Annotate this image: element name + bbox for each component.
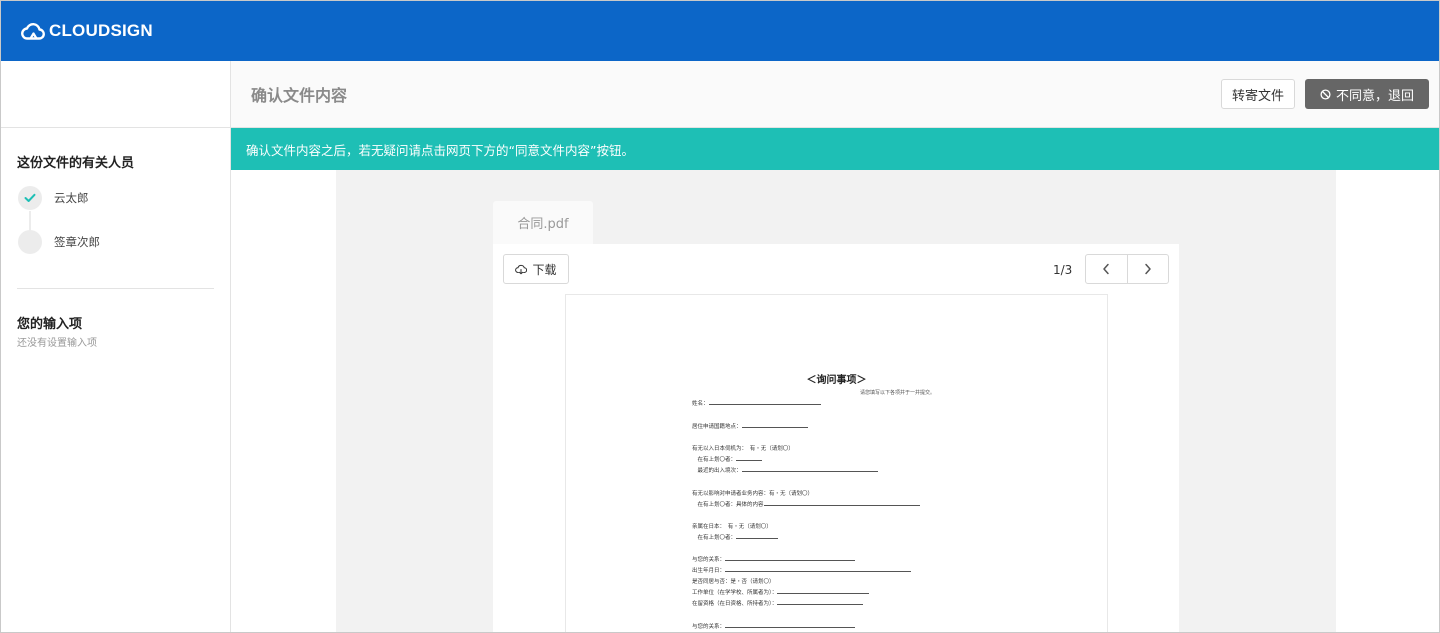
document-panel: 合同.pdf 下载 1/3 ＜询问事项＞ 请您填写以下各项并于一并提交。 姓名：… <box>336 170 1336 632</box>
document-line: 姓名： <box>692 399 821 407</box>
sidebar-divider <box>17 288 214 289</box>
page-title: 确认文件内容 <box>251 86 348 105</box>
page-indicator: 1/3 <box>1053 263 1073 277</box>
person-step: 签章次郎 <box>18 230 100 254</box>
download-label: 下载 <box>532 262 557 277</box>
document-line: 有无以影响对申请者业务内容：有・无（请划〇） <box>692 491 814 497</box>
next-page-button[interactable] <box>1126 255 1169 283</box>
document-line: 最近的出入境次： <box>692 466 878 474</box>
step-connector <box>29 211 31 231</box>
people-section-title: 这份文件的有关人员 <box>17 156 135 171</box>
app-window: CLOUDSIGN 确认文件内容 转寄文件 不同意，退回 这份文件的有关人员 云… <box>0 0 1440 633</box>
brand-logo[interactable]: CLOUDSIGN <box>21 21 153 41</box>
cloud-logo-icon <box>21 23 45 40</box>
step-done-indicator <box>18 186 42 210</box>
document-line: 出生年月日： <box>692 566 912 574</box>
file-tab[interactable]: 合同.pdf <box>493 201 593 244</box>
chevron-left-icon <box>1103 263 1109 275</box>
page-header: 确认文件内容 转寄文件 不同意，退回 <box>231 61 1439 128</box>
download-button[interactable]: 下载 <box>503 254 569 284</box>
top-bar: CLOUDSIGN <box>1 1 1439 61</box>
document-line: 在有上划〇者： <box>692 533 779 541</box>
decline-return-button[interactable]: 不同意，退回 <box>1305 79 1429 109</box>
document-note: 请您填写以下各项并于一并提交。 <box>860 390 936 396</box>
person-name: 云太郎 <box>54 191 89 205</box>
file-tab-label: 合同.pdf <box>517 217 569 232</box>
ban-icon <box>1320 88 1331 100</box>
document-line: 居住申请国籍地点： <box>692 422 808 430</box>
document-line: 在有上划〇者：具体的内容 <box>692 500 920 508</box>
cloud-download-icon <box>515 264 528 274</box>
document-line: 亲属在日本： 有・无（请划〇） <box>692 524 772 530</box>
step-pending-indicator <box>18 230 42 254</box>
person-name: 签章次郎 <box>54 235 100 249</box>
pdf-page: ＜询问事项＞ 请您填写以下各项并于一并提交。 姓名： 居住申请国籍地点： 有无以… <box>565 294 1108 632</box>
brand-name: CLOUDSIGN <box>49 21 153 40</box>
inputs-section-title: 您的输入项 <box>17 317 83 332</box>
check-icon <box>24 193 36 202</box>
document-line: 在留资格（在日资格、所持者为）： <box>692 599 864 607</box>
sidebar: 这份文件的有关人员 云太郎 签章次郎 您的输入项 还没有设置输入项 <box>1 128 231 632</box>
document-line: 工作单位（在学学校、所属者为）： <box>692 588 870 596</box>
decline-button-label: 不同意，退回 <box>1335 88 1414 104</box>
inputs-empty-text: 还没有设置输入项 <box>17 338 97 349</box>
forward-document-button[interactable]: 转寄文件 <box>1221 79 1295 109</box>
document-line: 在有上划〇者： <box>692 455 763 463</box>
document-line: 与您的关系： <box>692 555 856 563</box>
chevron-right-icon <box>1145 263 1151 275</box>
header-left-spacer <box>1 61 231 128</box>
info-notice-banner: 确认文件内容之后，若无疑问请点击网页下方的“同意文件内容”按钮。 <box>231 128 1439 170</box>
pager <box>1085 254 1169 284</box>
previous-page-button[interactable] <box>1086 255 1127 283</box>
document-line: 是否同居与否：是・否（请划〇） <box>692 579 775 585</box>
pdf-viewer: 下载 1/3 ＜询问事项＞ 请您填写以下各项并于一并提交。 姓名： 居住申请国籍… <box>493 244 1179 632</box>
document-line: 与您的关系： <box>692 622 856 630</box>
notice-text: 确认文件内容之后，若无疑问请点击网页下方的“同意文件内容”按钮。 <box>246 142 634 158</box>
person-step: 云太郎 <box>18 186 89 210</box>
main-content: 合同.pdf 下载 1/3 ＜询问事项＞ 请您填写以下各项并于一并提交。 姓名：… <box>231 170 1439 632</box>
document-heading: ＜询问事项＞ <box>806 375 867 386</box>
document-line: 有无以入日本伺机为： 有・无（请划〇） <box>692 446 794 452</box>
